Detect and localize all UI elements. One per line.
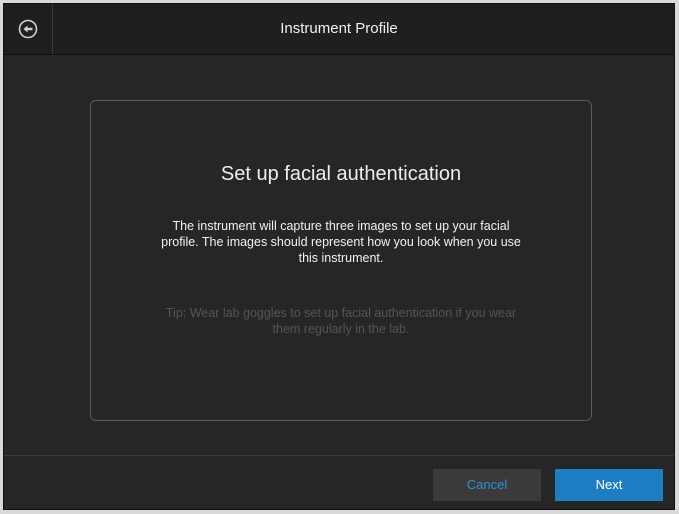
page-title: Instrument Profile	[280, 20, 398, 37]
title-bar: Instrument Profile	[4, 4, 674, 55]
app-window: Instrument Profile Set up facial authent…	[3, 3, 675, 510]
back-button[interactable]	[4, 4, 53, 54]
panel-tip: Tip: Wear lab goggles to set up facial a…	[165, 306, 517, 336]
back-arrow-circle-icon	[18, 19, 38, 39]
next-button[interactable]: Next	[555, 469, 663, 501]
panel-description: The instrument will capture three images…	[161, 219, 521, 265]
footer-divider	[4, 455, 674, 456]
cancel-button[interactable]: Cancel	[433, 469, 541, 501]
setup-panel: Set up facial authentication The instrum…	[90, 100, 592, 421]
panel-heading: Set up facial authentication	[220, 163, 462, 185]
